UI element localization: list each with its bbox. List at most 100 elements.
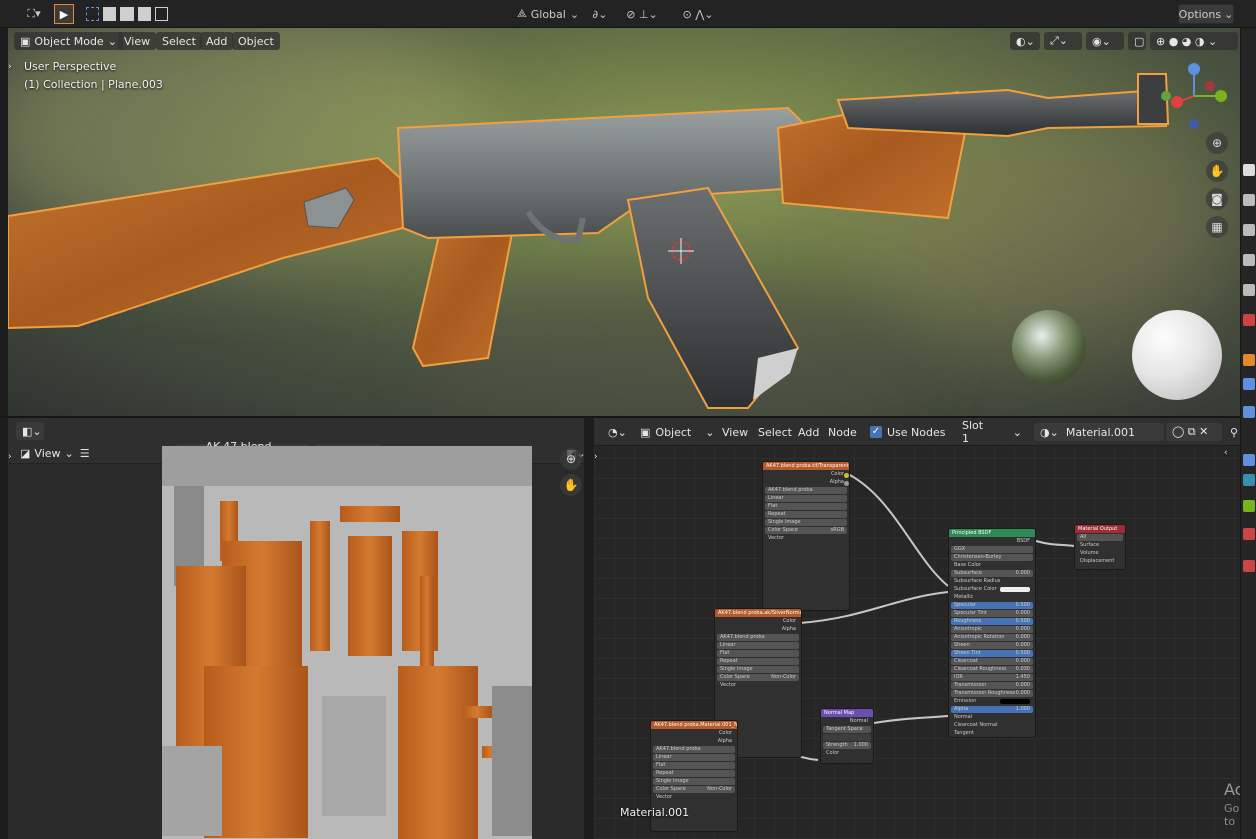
object-tab-icon[interactable] xyxy=(1243,354,1255,366)
input-color[interactable]: Color xyxy=(823,750,871,757)
bsdf-input-row[interactable]: Clearcoat Roughness 0.030 xyxy=(951,666,1033,673)
navigation-gizmo[interactable] xyxy=(1148,62,1228,142)
source-field[interactable]: Single Image xyxy=(717,666,799,673)
3d-viewport[interactable]: ▣ Object Mode ⌄ View Select Add Object ◐⌄… xyxy=(8,28,1240,416)
output-alpha[interactable]: Alpha xyxy=(717,626,799,633)
bsdf-input-row[interactable]: Sheen 0.000 xyxy=(951,642,1033,649)
output-color[interactable]: Color xyxy=(765,471,847,478)
extension-field[interactable]: Repeat xyxy=(765,511,847,518)
toolbar-expand-icon[interactable]: › xyxy=(8,452,12,462)
colorspace-field[interactable]: Color Space Non-Color xyxy=(717,674,799,681)
output-tab-icon[interactable] xyxy=(1243,224,1255,236)
input-surface[interactable]: Surface xyxy=(1077,542,1123,549)
constraints-tab-icon[interactable] xyxy=(1243,474,1255,486)
modifier-tab-icon[interactable] xyxy=(1243,378,1255,390)
output-normal[interactable]: Normal xyxy=(823,718,871,725)
scene-tab-icon[interactable] xyxy=(1243,284,1255,296)
selection-mode-icons[interactable] xyxy=(84,4,170,24)
output-color[interactable]: Color xyxy=(653,730,735,737)
projection-field[interactable]: Flat xyxy=(717,650,799,657)
texture-tab-icon[interactable] xyxy=(1243,560,1255,572)
bsdf-input-row[interactable]: Transmission 0.000 xyxy=(951,682,1033,689)
texture-image[interactable] xyxy=(162,446,532,839)
proportional-editing-icon[interactable]: ⊙ ⋀⌄ xyxy=(670,4,726,24)
bsdf-input-row[interactable]: Metallic xyxy=(951,594,1033,601)
bsdf-input-row[interactable]: Clearcoat Normal xyxy=(951,722,1033,729)
world-tab-icon[interactable] xyxy=(1243,314,1255,326)
shader-node-editor[interactable]: ◔⌄ ▣ Object ⌄ View Select Add Node ✓ Use … xyxy=(594,418,1240,839)
material-output-node[interactable]: Material Output All Surface Volume Displ… xyxy=(1074,524,1126,570)
data-tab-icon[interactable] xyxy=(1243,500,1255,512)
options-dropdown[interactable]: Options ⌄ xyxy=(1178,4,1234,24)
image-field[interactable]: AK47.blend proba xyxy=(765,487,847,494)
uv-view-dropdown[interactable]: ◪ View ⌄ ☰ xyxy=(14,444,96,462)
bsdf-input-row[interactable]: Transmission Roughness 0.000 xyxy=(951,690,1033,697)
render-tab-icon[interactable] xyxy=(1243,194,1255,206)
interpolation-field[interactable]: Linear xyxy=(717,642,799,649)
editor-type-icon[interactable]: ⛶▾ xyxy=(20,4,48,24)
zoom-icon[interactable]: ⊕ xyxy=(560,448,582,470)
output-alpha[interactable]: Alpha xyxy=(653,738,735,745)
space-field[interactable]: Tangent Space xyxy=(823,726,871,733)
bsdf-input-row[interactable]: Alpha 1.000 xyxy=(951,706,1033,713)
principled-bsdf-node[interactable]: Principled BSDF BSDF GGX Christensen-Bur… xyxy=(948,528,1036,738)
menu-icon[interactable]: ☰ xyxy=(80,447,90,460)
input-vector[interactable]: Vector xyxy=(653,794,735,801)
toolbar-expand-icon[interactable]: › xyxy=(594,452,598,462)
image-field[interactable]: AK47.blend proba xyxy=(653,746,735,753)
bsdf-input-row[interactable]: Specular Tint 0.000 xyxy=(951,610,1033,617)
output-bsdf[interactable]: BSDF xyxy=(951,538,1033,545)
strength-field[interactable]: Strength 1.000 xyxy=(823,742,871,749)
target-field[interactable]: All xyxy=(1077,534,1123,541)
bsdf-input-row[interactable]: Sheen Tint 0.500 xyxy=(951,650,1033,657)
image-field[interactable]: AK47.blend proba xyxy=(717,634,799,641)
bsdf-input-row[interactable]: Specular 0.500 xyxy=(951,602,1033,609)
extension-field[interactable]: Repeat xyxy=(653,770,735,777)
sidebar-expand-icon[interactable]: ‹ xyxy=(1224,448,1228,458)
pan-hand-icon[interactable]: ✋ xyxy=(560,474,582,496)
input-vector[interactable]: Vector xyxy=(765,535,847,542)
input-vector[interactable]: Vector xyxy=(717,682,799,689)
normal-map-node[interactable]: Normal Map Normal Tangent Space Strength… xyxy=(820,708,874,764)
pivot-point-icon[interactable]: ∂⌄ xyxy=(588,4,612,24)
input-displacement[interactable]: Displacement xyxy=(1077,558,1123,565)
zoom-icon[interactable]: ⊕ xyxy=(1206,132,1228,154)
uv-map-field[interactable] xyxy=(823,734,871,741)
input-volume[interactable]: Volume xyxy=(1077,550,1123,557)
bsdf-input-row[interactable]: Anisotropic 0.000 xyxy=(951,626,1033,633)
bsdf-input-row[interactable]: Clearcoat 0.000 xyxy=(951,658,1033,665)
tool-tab-icon[interactable] xyxy=(1243,164,1255,176)
bsdf-input-row[interactable]: Roughness 0.500 xyxy=(951,618,1033,625)
physics-tab-icon[interactable] xyxy=(1243,454,1255,466)
source-field[interactable]: Single Image xyxy=(653,778,735,785)
transform-orientation-dropdown[interactable]: ⟁ Global ⌄ xyxy=(512,4,584,24)
interpolation-field[interactable]: Linear xyxy=(765,495,847,502)
distribution-field[interactable]: GGX xyxy=(951,546,1033,553)
select-cursor-icon[interactable]: ▶ xyxy=(54,4,74,24)
snap-icon[interactable]: ⊘ ⊥⌄ xyxy=(620,4,664,24)
projection-field[interactable]: Flat xyxy=(765,503,847,510)
editor-type-icon[interactable]: ◧⌄ xyxy=(16,422,44,440)
bsdf-input-row[interactable]: Normal xyxy=(951,714,1033,721)
bsdf-input-row[interactable]: Tangent xyxy=(951,730,1033,737)
output-color[interactable]: Color xyxy=(717,618,799,625)
subsurface-method-field[interactable]: Christensen-Burley xyxy=(951,554,1033,561)
projection-field[interactable]: Flat xyxy=(653,762,735,769)
bsdf-input-row[interactable]: Subsurface 0.000 xyxy=(951,570,1033,577)
image-texture-node-1[interactable]: AK47.blend proba.tif/Transparent.tga Col… xyxy=(762,461,850,611)
particles-tab-icon[interactable] xyxy=(1243,406,1255,418)
bsdf-input-row[interactable]: Subsurface Radius xyxy=(951,578,1033,585)
bsdf-input-row[interactable]: Emission xyxy=(951,698,1033,705)
colorspace-field[interactable]: Color Space sRGB xyxy=(765,527,847,534)
output-alpha[interactable]: Alpha xyxy=(765,479,847,486)
colorspace-field[interactable]: Color Space Non-Color xyxy=(653,786,735,793)
interpolation-field[interactable]: Linear xyxy=(653,754,735,761)
view-layer-tab-icon[interactable] xyxy=(1243,254,1255,266)
bsdf-input-row[interactable]: Subsurface Color xyxy=(951,586,1033,593)
pan-hand-icon[interactable]: ✋ xyxy=(1206,160,1228,182)
grid-view-icon[interactable]: ▦ xyxy=(1206,216,1228,238)
image-editor[interactable]: ◧⌄ ◪ View⌄☰ ◪⌄ AK-47.blend proba_... ◯ ⧉… xyxy=(8,418,586,839)
extension-field[interactable]: Repeat xyxy=(717,658,799,665)
camera-icon[interactable]: ◙ xyxy=(1206,188,1228,210)
bsdf-input-row[interactable]: Base Color xyxy=(951,562,1033,569)
